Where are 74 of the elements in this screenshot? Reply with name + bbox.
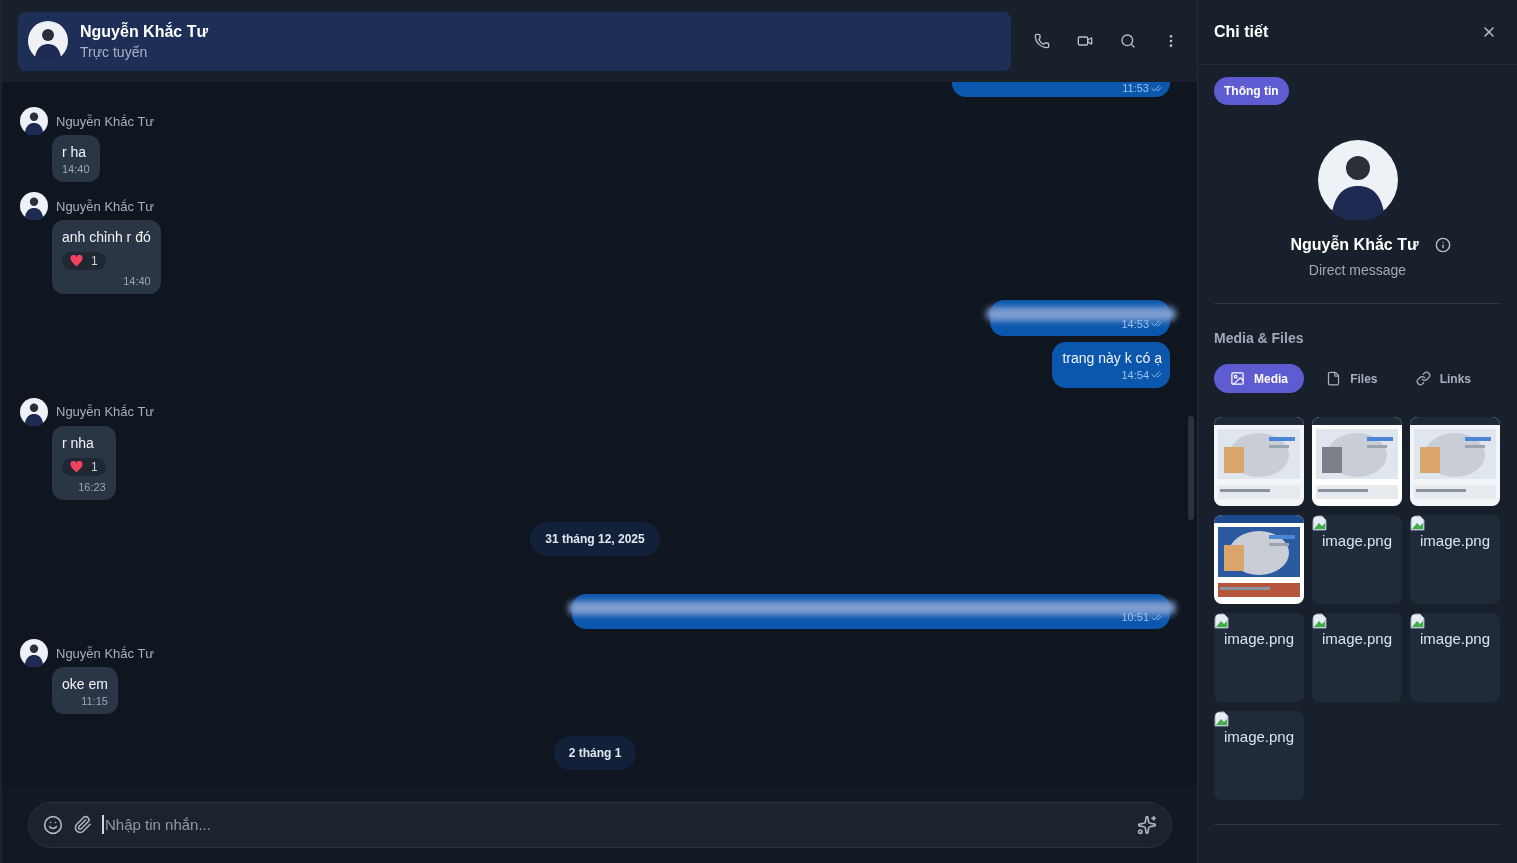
message-time: 11:53 <box>1122 82 1162 94</box>
message-time: 11:15 <box>81 695 108 707</box>
broken-image-icon <box>1214 613 1230 629</box>
sender-name: Nguyễn Khắc Tư <box>56 645 155 661</box>
message-text: trang này k có ạ <box>1062 349 1162 366</box>
profile-subtitle: Direct message <box>1308 262 1407 278</box>
media-tile[interactable]: image.png <box>1410 613 1500 702</box>
image-icon <box>1230 371 1245 386</box>
message-time: 10:51 <box>1121 611 1162 623</box>
section-title: Media & Files <box>1214 330 1305 346</box>
attach-icon[interactable] <box>73 815 92 834</box>
message-text: oke em <box>62 676 108 692</box>
sender-name: Nguyễn Khắc Tư <box>56 404 155 419</box>
scrollbar-thumb[interactable] <box>1188 416 1194 520</box>
contact-status: Trực tuyến <box>80 43 149 60</box>
date-separator: 31 tháng 12, 2025 <box>530 521 660 556</box>
media-tile[interactable]: image.png <box>1410 515 1500 604</box>
avatar <box>20 107 48 135</box>
message-time: 14:54 <box>1121 368 1162 381</box>
broken-image-icon <box>1214 711 1230 727</box>
media-tab[interactable]: Links <box>1399 364 1487 393</box>
media-tile[interactable]: image.png <box>1214 711 1304 800</box>
phone-icon[interactable] <box>1033 33 1050 49</box>
sparkles-icon[interactable] <box>1137 814 1157 835</box>
broken-image-icon <box>1410 515 1426 531</box>
date-separator: 2 tháng 1 <box>553 736 637 770</box>
file-name: image.png <box>1320 630 1394 647</box>
file-name: image.png <box>1418 532 1492 549</box>
broken-image-icon <box>1410 613 1426 629</box>
avatar <box>20 639 48 667</box>
file-name: image.png <box>1418 630 1492 647</box>
sender-name: Nguyễn Khắc Tư <box>56 198 155 214</box>
double-check-icon <box>1151 318 1162 329</box>
message-text: r nha <box>62 434 95 451</box>
message-time: 14:40 <box>123 275 151 287</box>
contact-name: Nguyễn Khắc Tư <box>80 22 209 41</box>
message-field[interactable]: Nhập tin nhắn... <box>28 801 1172 848</box>
media-tile[interactable]: image.png <box>1312 613 1402 702</box>
media-tab[interactable]: Media <box>1214 364 1304 393</box>
media-tab[interactable]: Files <box>1310 364 1394 393</box>
message-time: 14:53 <box>1121 317 1162 330</box>
video-camera-icon[interactable] <box>1076 33 1093 49</box>
avatar <box>28 21 68 61</box>
reaction-count: 1 <box>91 254 98 268</box>
media-tile[interactable]: image.png <box>1312 515 1402 604</box>
file-name: image.png <box>1320 532 1394 549</box>
message-text: r ha <box>62 144 88 160</box>
file-icon <box>1326 371 1342 386</box>
profile-name: Nguyễn Khắc Tư <box>1290 236 1419 254</box>
message-time: 16:23 <box>78 480 106 493</box>
broken-image-icon <box>1312 613 1328 629</box>
message-time: 14:40 <box>62 163 90 175</box>
reaction-count: 1 <box>91 459 98 474</box>
file-name: image.png <box>1222 630 1296 647</box>
heart-icon <box>70 255 83 267</box>
avatar <box>20 397 48 426</box>
panel-title: Chi tiết <box>1214 23 1269 41</box>
message-text: anh chỉnh r đó <box>62 229 151 245</box>
avatar <box>20 192 48 220</box>
search-icon[interactable] <box>1119 33 1136 49</box>
emoji-icon[interactable] <box>43 814 63 835</box>
tab[interactable]: Thông tin <box>1214 77 1289 105</box>
reaction-chip[interactable]: 1 <box>62 457 106 476</box>
sender-name: Nguyễn Khắc Tư <box>56 113 155 129</box>
link-icon <box>1415 371 1431 386</box>
file-name: image.png <box>1222 728 1296 745</box>
reaction-chip[interactable]: 1 <box>62 252 106 270</box>
double-check-icon <box>1151 611 1162 623</box>
double-check-icon <box>1151 82 1162 94</box>
heart-icon <box>70 460 83 473</box>
double-check-icon <box>1151 369 1162 380</box>
media-tile[interactable]: image.png <box>1214 613 1304 702</box>
broken-image-icon <box>1312 515 1328 531</box>
info-icon[interactable] <box>1434 237 1451 253</box>
